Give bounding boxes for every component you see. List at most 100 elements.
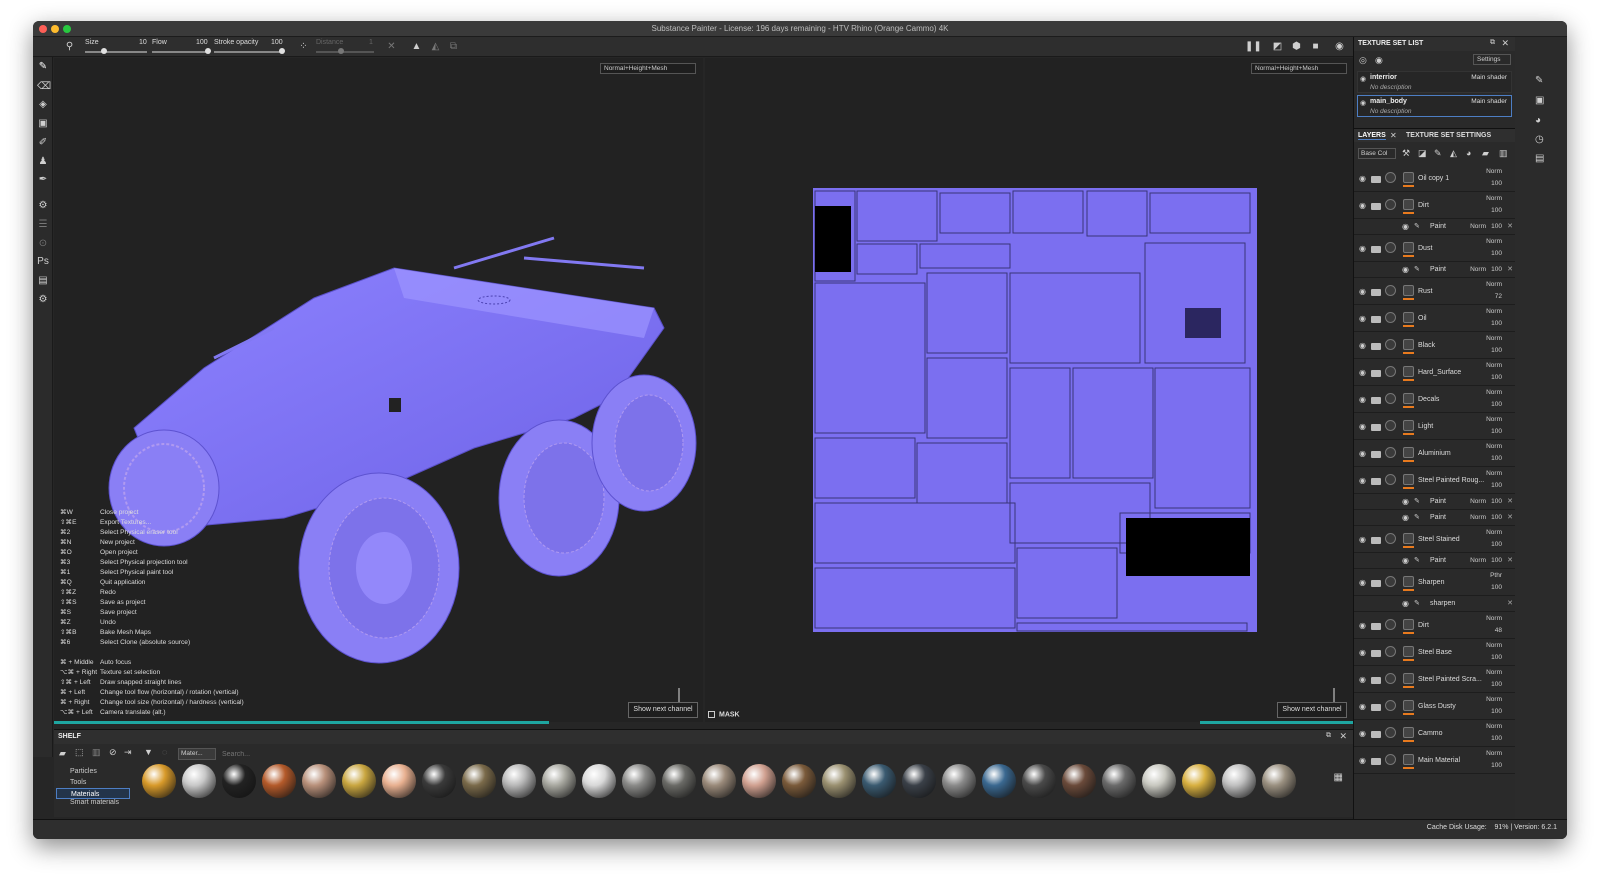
add-paint-layer-icon[interactable]: ✎: [1434, 148, 1442, 159]
blend-mode[interactable]: Norm: [1470, 266, 1486, 273]
folder-icon[interactable]: [1371, 478, 1381, 485]
screenshot-icon[interactable]: ◉: [1333, 40, 1346, 53]
blend-mode[interactable]: Norm: [1486, 238, 1502, 245]
folder-icon[interactable]: [1371, 289, 1381, 296]
camera-icon[interactable]: ■: [1309, 40, 1322, 53]
plugin-icon[interactable]: ⚙: [37, 294, 49, 306]
folder-icon[interactable]: [1371, 370, 1381, 377]
layer-opacity[interactable]: 100: [1491, 207, 1502, 214]
add-mask-icon[interactable]: ◪: [1418, 148, 1427, 159]
sub-layer-row[interactable]: ◉ ✎ sharpen ✕: [1354, 596, 1516, 612]
texture-set-settings-dropdown[interactable]: Settings: [1473, 54, 1511, 65]
layer-name[interactable]: Hard_Surface: [1418, 369, 1461, 376]
history-icon[interactable]: ◷: [1535, 134, 1544, 145]
remove-icon[interactable]: ✕: [1507, 497, 1513, 505]
sub-layer-name[interactable]: Paint: [1430, 266, 1446, 273]
folder-icon[interactable]: [1371, 397, 1381, 404]
blend-mode[interactable]: Norm: [1486, 669, 1502, 676]
mask-toggle[interactable]: MASK: [708, 711, 740, 718]
folder-icon[interactable]: [1371, 623, 1381, 630]
lazy-mouse-icon[interactable]: ✕: [385, 40, 398, 53]
eye-icon[interactable]: ◉: [1359, 621, 1366, 630]
shelf-category-particles[interactable]: Particles: [56, 766, 130, 777]
material-sphere[interactable]: [662, 764, 696, 798]
eye-icon[interactable]: ◉: [1359, 368, 1366, 377]
eye-icon[interactable]: ◉: [1359, 675, 1366, 684]
sub-layer-row[interactable]: ◉ ✎ Paint Norm 100 ✕: [1354, 553, 1516, 569]
layer-opacity[interactable]: 48: [1495, 627, 1502, 634]
material-sphere[interactable]: [622, 764, 656, 798]
stroke-opacity-value[interactable]: 100: [271, 39, 283, 46]
remove-icon[interactable]: ✕: [1507, 513, 1513, 521]
eye-icon[interactable]: ◉: [1359, 476, 1366, 485]
eraser-icon[interactable]: ⌫: [37, 81, 51, 93]
layer-name[interactable]: Decals: [1418, 396, 1439, 403]
tab-close-icon[interactable]: ✕: [1390, 131, 1397, 140]
flow-slider[interactable]: [152, 51, 210, 53]
material-sphere[interactable]: [582, 764, 616, 798]
eye-toggle-icon[interactable]: ◉: [1375, 55, 1383, 66]
layer-name[interactable]: Sharpen: [1418, 579, 1444, 586]
material-sphere[interactable]: [1182, 764, 1216, 798]
blend-mode[interactable]: Norm: [1470, 557, 1486, 564]
layer-opacity[interactable]: 100: [1491, 180, 1502, 187]
layer-opacity[interactable]: 100: [1491, 681, 1502, 688]
layer-opacity[interactable]: 100: [1491, 374, 1502, 381]
material-sphere[interactable]: [782, 764, 816, 798]
stroke-opacity-slider[interactable]: [214, 51, 284, 53]
sub-layer-row[interactable]: ◉ ✎ Paint Norm 100 ✕: [1354, 262, 1516, 278]
layer-row[interactable]: ◉ Dust Norm 100: [1354, 235, 1516, 262]
eye-icon[interactable]: ◉: [1359, 422, 1366, 431]
blend-mode[interactable]: Norm: [1486, 168, 1502, 175]
sub-layer-name[interactable]: Paint: [1430, 498, 1446, 505]
tab-texture-set-settings[interactable]: TEXTURE SET SETTINGS: [1406, 132, 1491, 139]
polygon-fill-icon[interactable]: ▣: [37, 118, 49, 130]
paint-brush-icon[interactable]: ✎: [37, 61, 49, 73]
material-sphere[interactable]: [742, 764, 776, 798]
shelf-category-smart-materials[interactable]: Smart materials: [56, 799, 130, 805]
remove-icon[interactable]: ✕: [1507, 222, 1513, 230]
texture-set-popout-icon[interactable]: ⧉: [1490, 39, 1495, 47]
photoshop-icon[interactable]: Ps: [37, 256, 49, 268]
delete-layer-icon[interactable]: ▥: [1499, 148, 1508, 159]
blend-mode[interactable]: Norm: [1486, 195, 1502, 202]
folder-icon[interactable]: [1371, 650, 1381, 657]
folder-icon[interactable]: [1371, 731, 1381, 738]
material-sphere[interactable]: [182, 764, 216, 798]
display-mode-icon[interactable]: ⬢: [1290, 40, 1303, 53]
folder-icon[interactable]: [1371, 677, 1381, 684]
remove-icon[interactable]: ✕: [1507, 265, 1513, 273]
eye-icon[interactable]: ◉: [1359, 174, 1366, 183]
symmetry-icon[interactable]: ⁘: [297, 40, 310, 53]
texture-set-close-icon[interactable]: ✕: [1501, 38, 1509, 49]
grid-view-icon[interactable]: ▦: [1334, 772, 1343, 783]
layer-opacity[interactable]: 100: [1491, 320, 1502, 327]
minimize-window-button[interactable]: [51, 25, 59, 33]
stroke-opacity-handle[interactable]: [279, 48, 285, 54]
sub-layer-row[interactable]: ◉ ✎ Paint Norm 100 ✕: [1354, 494, 1516, 510]
blend-mode[interactable]: Norm: [1486, 308, 1502, 315]
eye-icon[interactable]: ◉: [1359, 201, 1366, 210]
tab-layers[interactable]: LAYERS: [1358, 132, 1386, 140]
blend-mode[interactable]: Norm: [1486, 723, 1502, 730]
layer-row[interactable]: ◉ Dirt Norm 100: [1354, 192, 1516, 219]
sub-layer-name[interactable]: Paint: [1430, 223, 1446, 230]
material-sphere[interactable]: [1142, 764, 1176, 798]
material-sphere[interactable]: [1102, 764, 1136, 798]
material-sphere[interactable]: [902, 764, 936, 798]
show-next-channel-button-3d[interactable]: Show next channel: [628, 702, 698, 718]
settings-icon[interactable]: ⚙: [37, 200, 49, 212]
shelf-filter-tag[interactable]: Mater...: [178, 748, 216, 760]
layer-name[interactable]: Dirt: [1418, 202, 1429, 209]
blend-mode[interactable]: Norm: [1486, 642, 1502, 649]
layer-row[interactable]: ◉ Cammo Norm 100: [1354, 720, 1516, 747]
refresh-icon[interactable]: ◌: [162, 747, 167, 757]
layer-opacity[interactable]: 100: [1491, 541, 1502, 548]
new-folder-icon[interactable]: ⬚: [75, 747, 84, 758]
folder-icon[interactable]: [1371, 343, 1381, 350]
smudge-icon[interactable]: ✐: [37, 137, 49, 149]
texture-set-shader[interactable]: Main shader: [1471, 74, 1507, 81]
size-slider-handle[interactable]: [101, 48, 107, 54]
folder-icon[interactable]: [1371, 203, 1381, 210]
layer-row[interactable]: ◉ Steel Painted Roug... Norm 100: [1354, 467, 1516, 494]
